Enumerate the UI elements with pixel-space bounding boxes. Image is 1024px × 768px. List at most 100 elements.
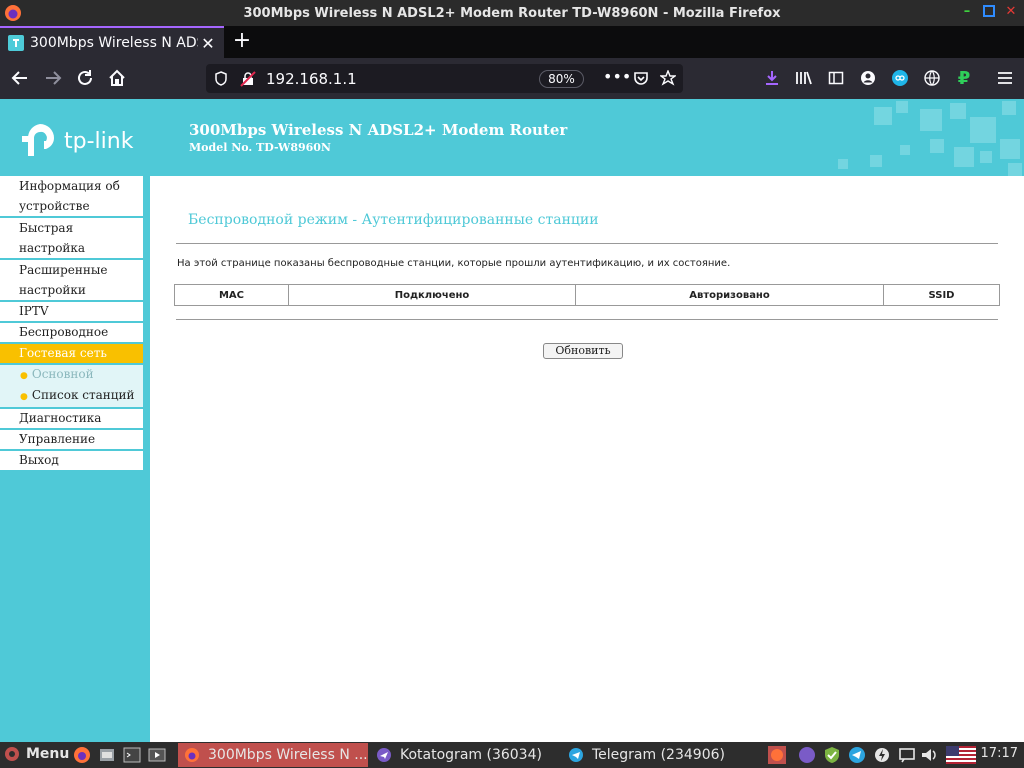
kotatogram-icon	[377, 748, 391, 762]
telegram-tray-icon[interactable]	[848, 746, 866, 764]
submenu-station-list[interactable]: ● Список станций	[0, 386, 143, 407]
bookmark-star-icon[interactable]	[660, 70, 676, 86]
new-tab-button[interactable]: +	[230, 29, 254, 53]
menu-iptv[interactable]: IPTV	[0, 302, 143, 323]
firefox-tray-icon[interactable]	[768, 746, 786, 764]
url-bar[interactable]: 192.168.1.1 80% •••	[206, 64, 683, 93]
tplink-logo: tp-link	[20, 121, 133, 161]
divider	[176, 243, 998, 244]
ruble-icon: ₽	[957, 67, 971, 89]
page-description: На этой странице показаны беспроводные с…	[177, 258, 731, 269]
router-title: 300Mbps Wireless N ADSL2+ Modem Router	[189, 121, 568, 139]
volume-tray-icon[interactable]	[920, 746, 938, 764]
us-flag-keyboard-icon[interactable]	[946, 746, 976, 764]
pocket-icon[interactable]	[633, 70, 649, 86]
url-text[interactable]: 192.168.1.1	[266, 70, 357, 88]
router-model: Model No. TD-W8960N	[189, 141, 331, 154]
menu-advanced[interactable]: Расширенные настройки	[0, 260, 143, 302]
column-header-connected: Подключено	[288, 284, 576, 306]
tab-title: 300Mbps Wireless N ADS	[30, 35, 198, 51]
account-icon	[861, 71, 875, 85]
file-manager-launcher-icon[interactable]	[98, 746, 116, 764]
library-icon	[796, 71, 812, 85]
column-header-mac: MAC	[174, 284, 289, 306]
menu-logout[interactable]: Выход	[0, 451, 143, 472]
clock[interactable]: 17:17	[981, 746, 1018, 761]
firefox-launcher-icon[interactable]	[73, 746, 91, 764]
tplink-favicon-icon	[8, 35, 24, 51]
submenu-basic[interactable]: ● Основной	[0, 365, 143, 386]
menu-diagnostics[interactable]: Диагностика	[0, 409, 143, 430]
column-header-authorized: Авторизовано	[575, 284, 884, 306]
download-icon	[766, 71, 778, 85]
video-launcher-icon[interactable]	[148, 746, 166, 764]
downloads-button[interactable]	[759, 65, 785, 91]
bullet-icon: ●	[20, 371, 28, 381]
infinity-extension-icon	[892, 70, 908, 86]
taskbar-task-telegram[interactable]: Telegram (234906)	[562, 743, 752, 767]
submenu-station-list-label: Список станций	[31, 388, 135, 402]
extension-button[interactable]	[887, 65, 913, 91]
shield-icon[interactable]	[214, 71, 228, 86]
telegram-icon	[569, 748, 583, 762]
library-button[interactable]	[791, 65, 817, 91]
taskbar: Menu 300Mbps Wireless N ... Kotatogram (…	[0, 742, 1024, 768]
tab-close-icon[interactable]: ✕	[198, 34, 218, 53]
taskbar-task-label: 300Mbps Wireless N ...	[208, 747, 368, 763]
logo-text: tp-link	[64, 128, 134, 154]
tplink-logo-icon	[22, 124, 54, 156]
taskbar-task-label: Telegram (234906)	[592, 747, 725, 763]
home-button[interactable]	[104, 65, 130, 91]
guest-submenu: ● Основной ● Список станций	[0, 365, 143, 409]
globe-extension-button[interactable]	[919, 65, 945, 91]
start-menu-button[interactable]: Menu	[4, 746, 69, 762]
notifications-tray-icon[interactable]	[898, 746, 916, 764]
taskbar-task-firefox[interactable]: 300Mbps Wireless N ...	[178, 743, 368, 767]
browser-tab[interactable]: 300Mbps Wireless N ADS ✕	[0, 26, 224, 58]
page-title: Беспроводной режим - Аутентифицированные…	[188, 212, 599, 228]
back-button[interactable]	[7, 65, 33, 91]
stations-table: MAC Подключено Авторизовано SSID	[174, 284, 1000, 306]
terminal-launcher-icon[interactable]	[123, 746, 141, 764]
forward-arrow-icon	[46, 71, 62, 85]
window-titlebar: 300Mbps Wireless N ADSL2+ Modem Router T…	[0, 0, 1024, 26]
firefox-icon	[185, 748, 199, 762]
account-button[interactable]	[855, 65, 881, 91]
back-arrow-icon	[11, 71, 27, 85]
header-decoration	[838, 101, 1022, 176]
submenu-basic-label: Основной	[31, 367, 94, 381]
close-window-button[interactable]: ✕	[1004, 4, 1018, 19]
page-actions-icon[interactable]: •••	[603, 67, 631, 86]
router-page: tp-link 300Mbps Wireless N ADSL2+ Modem …	[0, 99, 1024, 742]
shield-tray-icon[interactable]	[823, 746, 841, 764]
menu-wireless[interactable]: Беспроводное	[0, 323, 143, 344]
home-icon	[109, 69, 125, 86]
menu-guest-network[interactable]: Гостевая сеть	[0, 344, 143, 365]
app-menu-button[interactable]	[992, 65, 1018, 91]
reload-icon	[78, 70, 92, 85]
content-panel: Беспроводной режим - Аутентифицированные…	[150, 176, 1024, 742]
column-header-ssid: SSID	[883, 284, 1000, 306]
taskbar-task-kotatogram[interactable]: Kotatogram (36034)	[370, 743, 558, 767]
reload-button[interactable]	[72, 65, 98, 91]
sidebar-toggle-button[interactable]	[823, 65, 849, 91]
insecure-lock-icon[interactable]	[240, 71, 256, 87]
maximize-button[interactable]	[982, 4, 996, 18]
forward-button[interactable]	[40, 65, 66, 91]
ruble-extension-button[interactable]: ₽	[951, 65, 977, 91]
bullet-icon: ●	[20, 392, 28, 402]
linux-mint-icon	[5, 747, 19, 761]
start-menu-label: Menu	[26, 746, 70, 762]
navigation-bar: 192.168.1.1 80% ••• ₽	[0, 58, 1024, 99]
menu-device-info[interactable]: Информация об устройстве	[0, 176, 143, 218]
sidebar-icon	[828, 71, 844, 85]
window-title: 300Mbps Wireless N ADSL2+ Modem Router T…	[243, 5, 781, 21]
firefox-icon	[5, 5, 21, 21]
minimize-button[interactable]: –	[960, 4, 974, 19]
kotatogram-tray-icon[interactable]	[798, 746, 816, 764]
menu-quick-setup[interactable]: Быстрая настройка	[0, 218, 143, 260]
refresh-button[interactable]: Обновить	[543, 343, 623, 359]
menu-management[interactable]: Управление	[0, 430, 143, 451]
power-tray-icon[interactable]	[873, 746, 891, 764]
zoom-indicator[interactable]: 80%	[539, 70, 584, 88]
